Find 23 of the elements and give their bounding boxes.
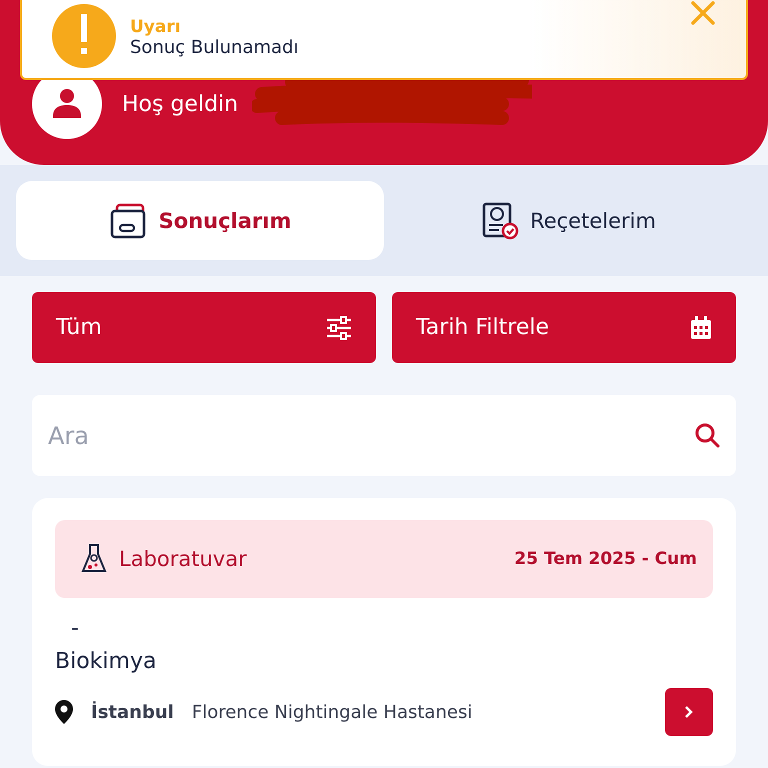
city-label: İstanbul [91,702,174,722]
warning-icon [52,4,116,68]
filter-button[interactable]: Tarih Filtrele [392,292,736,363]
dash-text: - [71,616,79,641]
tab[interactable]: Sonuçlarım [16,181,384,260]
greeting-text: Hoş geldin [122,92,238,116]
open-button[interactable] [665,688,713,736]
chevron-right-icon [684,705,694,719]
hospital-label: Florence Nightingale Hastanesi [192,702,474,722]
location-pin-icon [55,700,73,724]
sliders-icon [326,316,352,340]
category-label: Laboratuvar [119,547,248,571]
toast-message: Sonuç Bulunamadı [130,36,300,58]
search-icon[interactable] [694,422,720,448]
document-check-icon [480,200,520,240]
search-field[interactable]: Ara [32,395,736,476]
test-name: Biokimya [55,649,156,674]
filter-button[interactable]: Tüm [32,292,376,363]
date-label: 25 Tem 2025 - Cum [514,549,697,569]
toast-title: Uyarı [130,16,182,36]
tab[interactable]: Reçetelerim [384,181,752,260]
calendar-icon [690,316,712,340]
flask-icon [81,544,107,574]
